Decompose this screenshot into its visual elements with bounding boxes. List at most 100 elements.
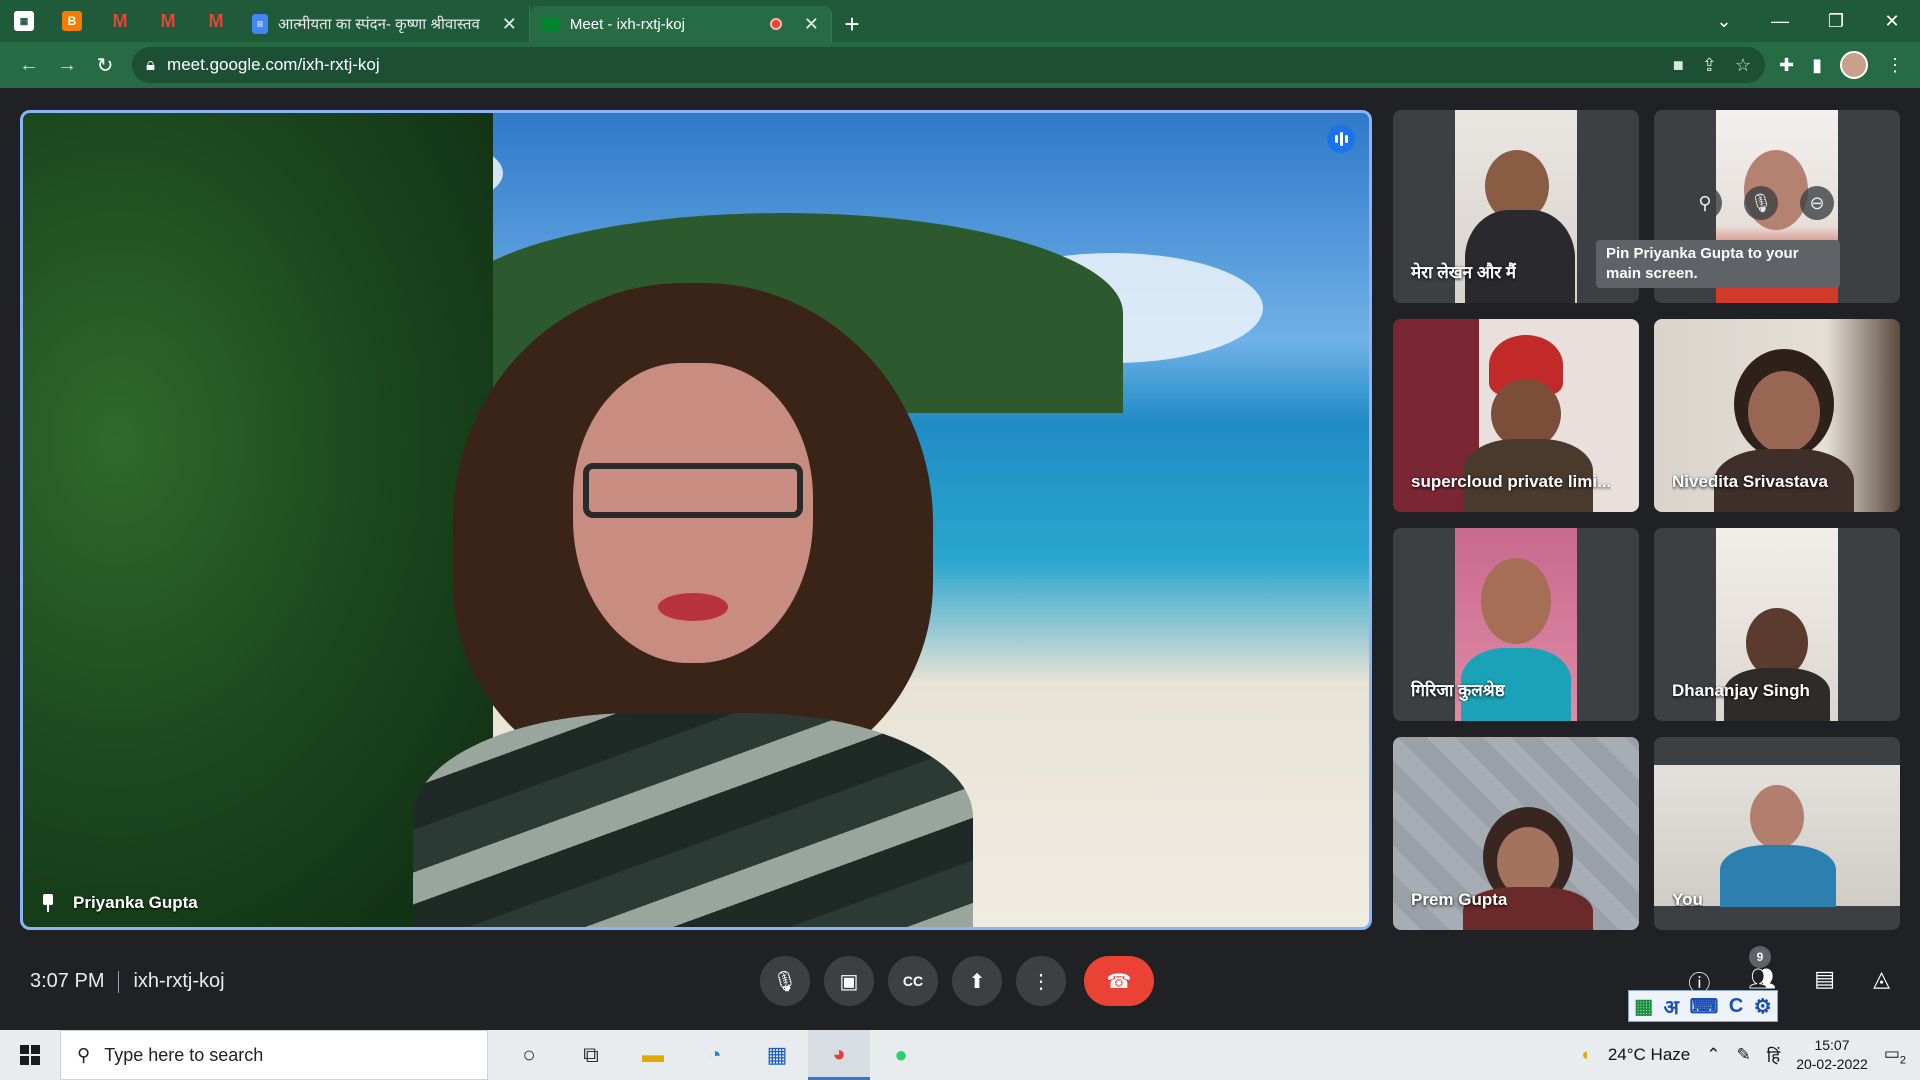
microphone-button[interactable]: 🎙︎ xyxy=(760,956,810,1006)
whatsapp-icon[interactable]: ● xyxy=(870,1030,932,1080)
remove-icon[interactable]: ⊖ xyxy=(1800,186,1834,220)
ime-toolbar[interactable]: ▦ अ ⌨ C ⚙ xyxy=(1628,990,1778,1022)
chrome-icon[interactable]: ◕ xyxy=(808,1030,870,1080)
recording-dot-icon xyxy=(769,18,782,30)
taskbar-clock[interactable]: 15:07 20-02-2022 xyxy=(1796,1036,1868,1074)
participant-name: मेरा लेखन और मैं xyxy=(1411,263,1517,282)
taskbar-apps: ○ ⧉ ▬ ◔ ▦ ◕ ● xyxy=(498,1030,932,1080)
end-call-icon: ☎ xyxy=(1106,970,1132,993)
activities-icon[interactable]: ◬ xyxy=(1873,966,1890,998)
clock-date: 20-02-2022 xyxy=(1796,1056,1868,1072)
forward-icon[interactable]: → xyxy=(48,46,86,84)
meeting-code: ixh-rxtj-koj xyxy=(133,970,225,992)
extensions-icon[interactable]: ✚ xyxy=(1779,55,1794,76)
participant-name: supercloud private limi... xyxy=(1411,472,1612,491)
pen-icon[interactable]: ✎ xyxy=(1737,1045,1751,1065)
edge-icon[interactable]: ◔ xyxy=(684,1030,746,1080)
speaker-video xyxy=(413,273,973,927)
main-tile-name: Priyanka Gupta xyxy=(73,893,198,912)
system-tray: ◐ 24°C Haze ⌃ ✎ हिं 15:07 20-02-2022 ▭2 xyxy=(1582,1030,1920,1080)
meet-icon xyxy=(541,17,560,31)
participant-tile-self[interactable]: You xyxy=(1654,737,1900,930)
main-tile-label: Priyanka Gupta xyxy=(23,893,198,927)
close-tab-icon[interactable]: ✕ xyxy=(804,14,819,35)
participant-tile[interactable]: Dhananjay Singh xyxy=(1654,528,1900,721)
captions-button[interactable]: CC xyxy=(888,956,938,1006)
speaking-indicator-icon xyxy=(1327,125,1355,153)
task-view-icon[interactable]: ⧉ xyxy=(560,1030,622,1080)
side-panel-icon[interactable]: ▮ xyxy=(1812,55,1822,76)
pin-icon[interactable]: ⚲ xyxy=(1688,186,1722,220)
blogger-icon: B xyxy=(62,11,82,31)
self-video xyxy=(1654,765,1900,907)
taskbar-search[interactable]: ⚲ Type here to search xyxy=(60,1030,488,1080)
gmail-icon: M xyxy=(112,10,128,31)
gmail-icon: M xyxy=(160,10,176,31)
tab-pinned-gmail-3[interactable]: M xyxy=(192,0,240,42)
profile-avatar[interactable] xyxy=(1840,51,1868,79)
clock-time: 15:07 xyxy=(1814,1037,1850,1053)
meeting-time: 3:07 PM xyxy=(30,970,105,992)
settings-icon[interactable]: ⚙ xyxy=(1754,994,1772,1019)
site-icon: ▦ xyxy=(14,11,34,31)
close-tab-icon[interactable]: ✕ xyxy=(502,14,517,35)
cortana-icon[interactable]: ○ xyxy=(498,1030,560,1080)
tab-docs[interactable]: ≡ आत्मीयता का स्पंदन- कृष्णा श्रीवास्तव … xyxy=(240,6,530,42)
window-controls: ⌄ — ❐ ✕ xyxy=(1696,0,1920,42)
show-hidden-icons-icon[interactable]: ⌃ xyxy=(1706,1045,1720,1065)
ime-language: अ xyxy=(1663,996,1679,1019)
chat-icon[interactable]: ▤ xyxy=(1814,966,1835,998)
reload-icon[interactable]: ↻ xyxy=(86,46,124,84)
url-text: meet.google.com/ixh-rxtj-koj xyxy=(167,55,380,74)
camera-button[interactable]: ▣ xyxy=(824,956,874,1006)
input-language[interactable]: हिं xyxy=(1767,1044,1780,1067)
notifications-icon[interactable]: ▭2 xyxy=(1884,1044,1906,1066)
tab-pinned-gmail-1[interactable]: M xyxy=(96,0,144,42)
participant-count-badge: 9 xyxy=(1749,946,1771,968)
participant-name: You xyxy=(1672,890,1703,909)
close-window-icon[interactable]: ✕ xyxy=(1864,0,1920,42)
keyboard-icon[interactable]: ⌨ xyxy=(1689,994,1718,1019)
store-icon[interactable]: ▦ xyxy=(746,1030,808,1080)
ime-mode: C xyxy=(1728,994,1744,1017)
new-tab-button[interactable]: + xyxy=(832,6,872,42)
present-button[interactable]: ⬆ xyxy=(952,956,1002,1006)
tab-meet[interactable]: Meet - ixh-rxtj-koj ✕ xyxy=(529,6,832,42)
share-icon[interactable]: ⇪ xyxy=(1702,55,1717,76)
main-video-tile[interactable]: Priyanka Gupta xyxy=(20,110,1372,930)
tab-pinned-blogger[interactable]: B xyxy=(48,0,96,42)
captions-icon: CC xyxy=(902,973,924,989)
participant-name: Nivedita Srivastava xyxy=(1672,472,1828,491)
tab-search-icon[interactable]: ⌄ xyxy=(1696,0,1752,42)
leave-call-button[interactable]: ☎ xyxy=(1084,956,1154,1006)
tab-pinned-gmail-2[interactable]: M xyxy=(144,0,192,42)
participant-name: गिरिजा कुलश्रेष्ठ xyxy=(1411,681,1505,700)
mic-icon[interactable]: 🎙︎ xyxy=(1744,186,1778,220)
weather-text[interactable]: 24°C Haze xyxy=(1608,1045,1690,1065)
meeting-info: 3:07 PM ixh-rxtj-koj xyxy=(30,970,225,993)
weather-icon[interactable]: ◐ xyxy=(1582,1045,1592,1065)
tab-strip: ▦ B M M M ≡ आत्मीयता का स्पंदन- कृष्णा श… xyxy=(0,0,1920,42)
pin-icon[interactable] xyxy=(41,894,55,912)
participant-tile[interactable]: गिरिजा कुलश्रेष्ठ xyxy=(1393,528,1639,721)
camera-indicator-icon[interactable]: ■ xyxy=(1673,55,1684,76)
address-bar[interactable]: 🔒︎ meet.google.com/ixh-rxtj-koj ■ ⇪ ☆ xyxy=(132,47,1765,83)
minimize-icon[interactable]: — xyxy=(1752,0,1808,42)
tab-pinned-1[interactable]: ▦ xyxy=(0,0,48,42)
more-options-button[interactable]: ⋮ xyxy=(1016,956,1066,1006)
browser-toolbar: ← → ↻ 🔒︎ meet.google.com/ixh-rxtj-koj ■ … xyxy=(0,42,1920,88)
tab-title: Meet - ixh-rxtj-koj xyxy=(569,15,685,33)
lock-icon: 🔒︎ xyxy=(146,55,156,74)
menu-icon[interactable]: ⋮ xyxy=(1886,55,1904,76)
restore-icon[interactable]: ❐ xyxy=(1808,0,1864,42)
participant-tile[interactable]: Nivedita Srivastava xyxy=(1654,319,1900,512)
participant-tile[interactable]: Prem Gupta xyxy=(1393,737,1639,930)
participant-tile[interactable]: supercloud private limi... xyxy=(1393,319,1639,512)
docs-icon: ≡ xyxy=(252,14,268,34)
bookmark-star-icon[interactable]: ☆ xyxy=(1735,55,1751,76)
start-button[interactable] xyxy=(0,1030,60,1080)
back-icon[interactable]: ← xyxy=(10,46,48,84)
participant-name: Dhananjay Singh xyxy=(1672,681,1810,700)
ime-logo-icon: ▦ xyxy=(1634,995,1654,1018)
file-explorer-icon[interactable]: ▬ xyxy=(622,1030,684,1080)
